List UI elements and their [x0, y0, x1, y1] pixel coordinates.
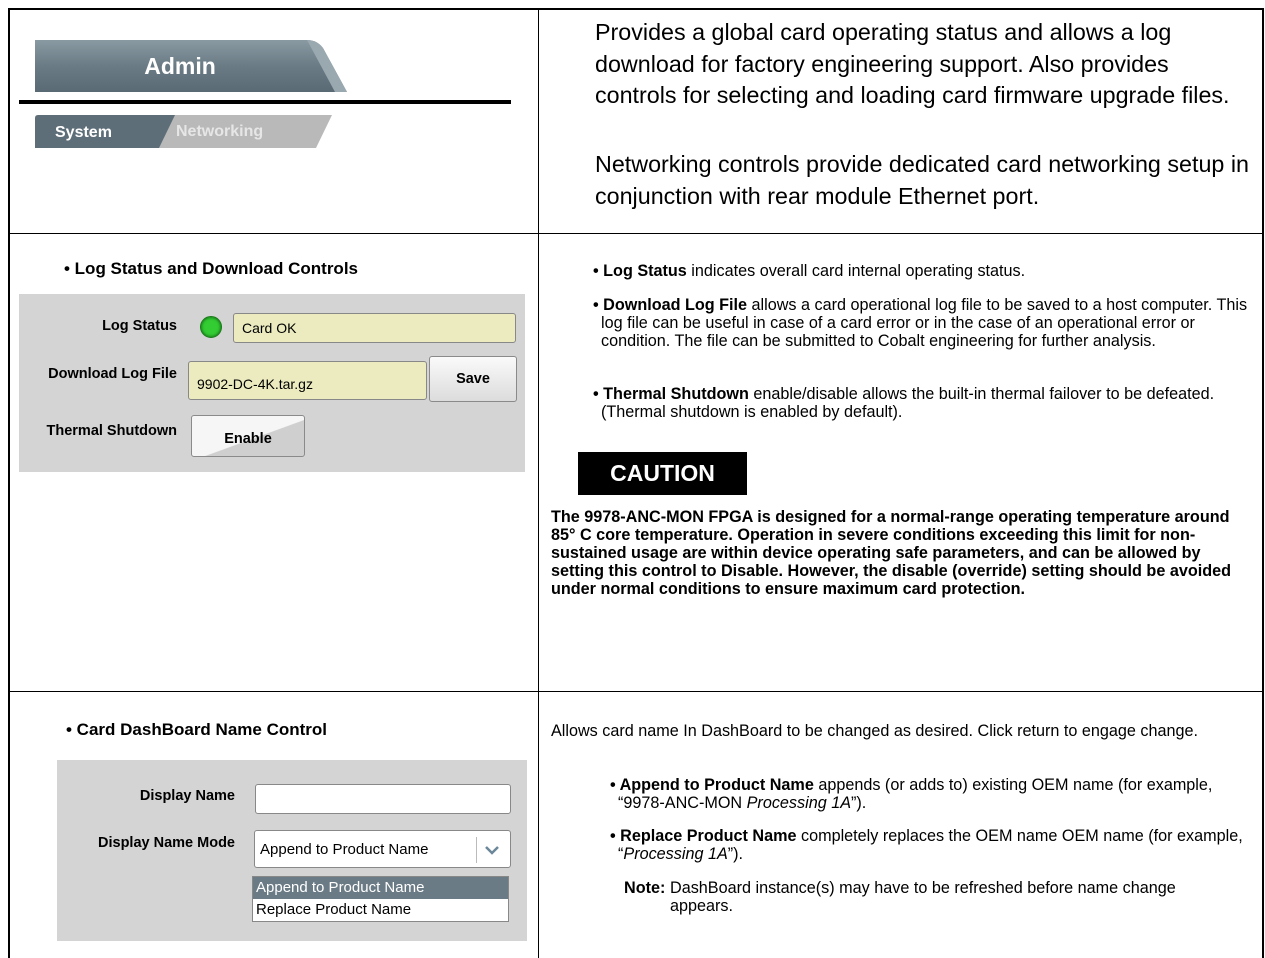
log-status-label: Log Status: [102, 318, 177, 334]
display-name-mode-select[interactable]: Append to Product Name: [254, 830, 511, 868]
bullet-log-status-text: indicates overall card internal operatin…: [686, 262, 1026, 280]
thermal-enable-button[interactable]: Enable: [191, 415, 305, 457]
bullet-append-italic: Processing 1A: [746, 794, 851, 812]
name-section-heading: • Card DashBoard Name Control: [66, 720, 327, 739]
bullet-download-log-bold: • Download Log File: [593, 296, 748, 314]
description-para-2: Networking controls provide dedicated ca…: [595, 151, 1249, 209]
bullet-download-log: • Download Log File allows a card operat…: [593, 296, 1261, 350]
note-text: DashBoard instance(s) may have to be ref…: [670, 879, 1176, 915]
save-button[interactable]: Save: [429, 356, 517, 402]
bullet-thermal-bold: • Thermal Shutdown: [593, 385, 749, 403]
thermal-shutdown-label: Thermal Shutdown: [46, 423, 178, 439]
tab-networking-label: Networking: [176, 123, 264, 140]
column-divider: [538, 8, 539, 958]
bullet-replace-end: ”).: [727, 845, 744, 863]
display-name-input[interactable]: [255, 784, 511, 814]
display-name-mode-dropdown: Append to Product Name Replace Product N…: [252, 876, 509, 922]
bullet-append-end: ”).: [851, 794, 867, 812]
tab-system[interactable]: System: [35, 115, 180, 148]
bullet-replace-bold: • Replace Product Name: [610, 827, 797, 845]
header-rule: [19, 100, 511, 104]
admin-tab[interactable]: Admin: [35, 40, 347, 92]
bullet-replace-italic: Processing 1A: [623, 845, 728, 863]
dropdown-option[interactable]: Replace Product Name: [253, 899, 508, 921]
name-intro: Allows card name In DashBoard to be chan…: [551, 722, 1198, 740]
caution-badge: CAUTION: [578, 452, 747, 495]
chevron-down-icon[interactable]: [484, 843, 500, 857]
name-controls-panel: Display Name Display Name Mode Append to…: [57, 760, 527, 941]
download-log-label: Download Log File: [48, 366, 177, 382]
log-status-field: Card OK: [233, 313, 516, 343]
bullet-append: • Append to Product Name appends (or add…: [610, 776, 1258, 812]
display-name-mode-value: Append to Product Name: [260, 841, 429, 858]
row-divider: [8, 233, 1264, 234]
select-divider: [476, 837, 477, 863]
status-led-icon: [200, 316, 222, 338]
bullet-log-status: • Log Status indicates overall card inte…: [593, 262, 1248, 280]
log-controls-panel: Log Status Card OK Download Log File 990…: [19, 294, 525, 472]
log-section-heading: • Log Status and Download Controls: [64, 259, 358, 278]
display-name-label: Display Name: [139, 788, 235, 804]
bullet-log-status-bold: • Log Status: [593, 262, 687, 280]
description-para-1: Provides a global card operating status …: [595, 19, 1230, 108]
bullet-replace: • Replace Product Name completely replac…: [610, 827, 1258, 863]
download-log-field[interactable]: 9902-DC-4K.tar.gz: [188, 361, 427, 400]
admin-tab-label: Admin: [144, 53, 216, 79]
display-name-mode-label: Display Name Mode: [98, 835, 235, 851]
note-label: Note:: [624, 879, 666, 897]
row-divider: [8, 691, 1264, 692]
bullet-append-bold: • Append to Product Name: [610, 776, 814, 794]
tab-system-label: System: [55, 124, 112, 141]
dropdown-option[interactable]: Append to Product Name: [253, 877, 508, 899]
caution-text: The 9978-ANC-MON FPGA is designed for a …: [551, 508, 1231, 598]
bullet-thermal: • Thermal Shutdown enable/disable allows…: [593, 385, 1251, 421]
note: Note: DashBoard instance(s) may have to …: [624, 879, 1254, 915]
